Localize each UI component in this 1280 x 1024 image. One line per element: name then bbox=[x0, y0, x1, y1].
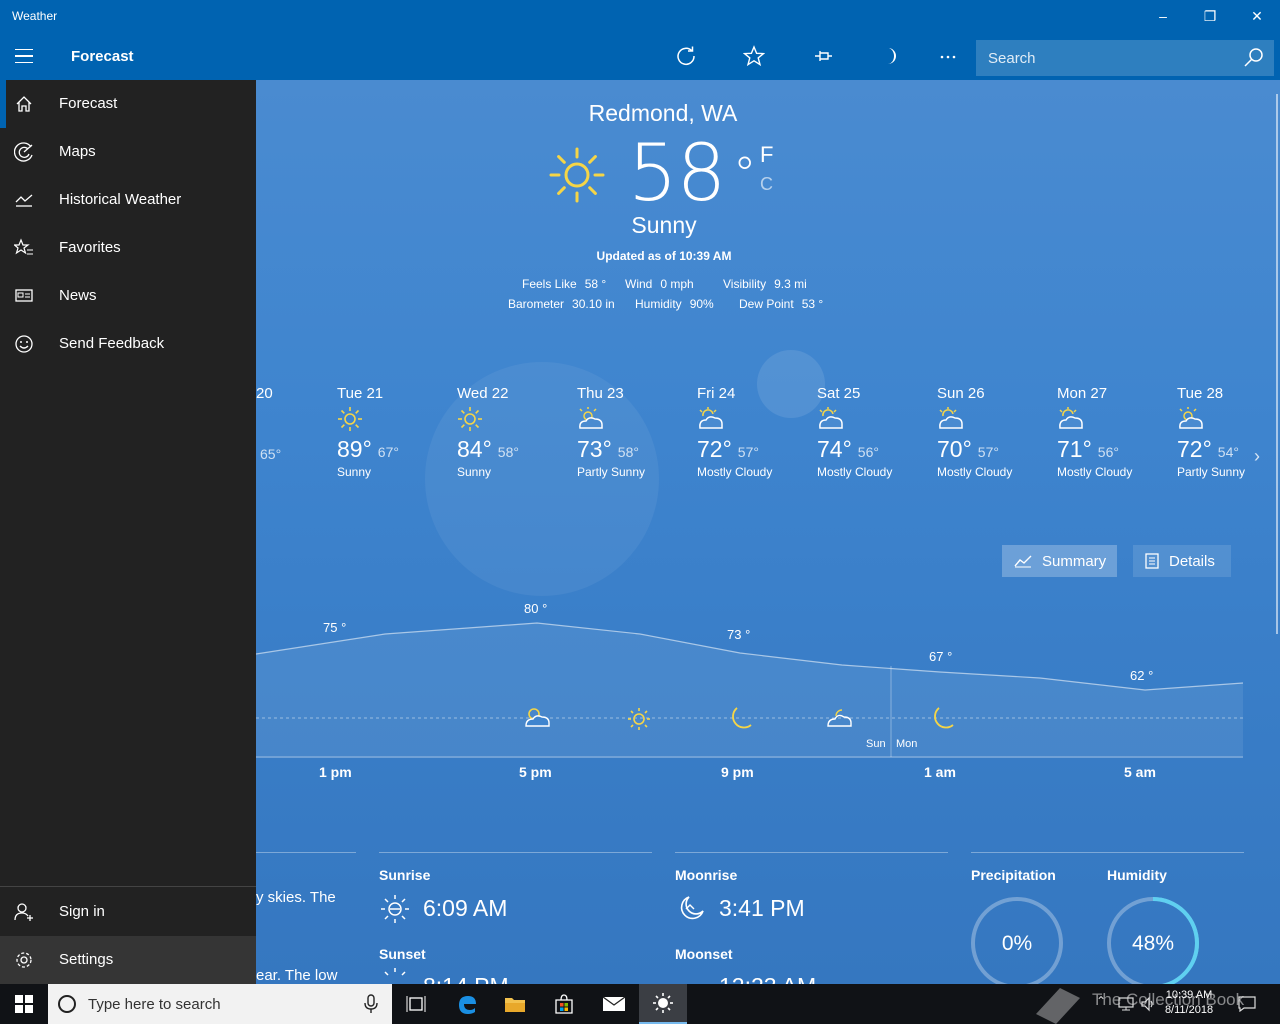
hourly-time-label: 9 pm bbox=[721, 764, 754, 780]
smiley-icon bbox=[15, 335, 33, 353]
hourly-time-label: 5 pm bbox=[519, 764, 552, 780]
news-icon bbox=[15, 289, 33, 302]
refresh-icon[interactable] bbox=[670, 40, 702, 72]
person-add-icon bbox=[14, 903, 33, 921]
search-box[interactable] bbox=[976, 40, 1274, 76]
edge-browser-icon[interactable] bbox=[443, 984, 491, 1024]
panel-divider bbox=[256, 852, 356, 853]
task-view-icon[interactable] bbox=[392, 984, 440, 1024]
clock-date: 8/11/2018 bbox=[1164, 1004, 1214, 1016]
nav-item-news[interactable]: News bbox=[0, 272, 256, 320]
favorite-star-icon[interactable] bbox=[738, 40, 770, 72]
chart-icon bbox=[15, 194, 33, 207]
hourly-time-label: 5 am bbox=[1124, 764, 1156, 780]
sunset-time: 8:14 PM bbox=[423, 973, 509, 984]
maximize-button[interactable]: ❐ bbox=[1187, 0, 1233, 32]
nav-item-favorites[interactable]: Favorites bbox=[0, 224, 256, 272]
moonrise-label: Moonrise bbox=[675, 867, 738, 883]
summary-text: ear. The low bbox=[256, 967, 338, 984]
action-center-icon[interactable] bbox=[1238, 996, 1256, 1012]
star-list-icon bbox=[14, 238, 33, 255]
file-explorer-icon[interactable] bbox=[491, 984, 539, 1024]
nav-item-settings[interactable]: Settings bbox=[0, 936, 256, 984]
moonrise-icon bbox=[680, 896, 704, 920]
taskbar: Type here to search The Collection Book … bbox=[0, 984, 1280, 1024]
app-bar: Forecast bbox=[0, 32, 1280, 80]
minimize-button[interactable]: – bbox=[1140, 0, 1186, 32]
gear-icon bbox=[16, 952, 32, 968]
navigation-pane: Forecast Maps Historical Weather Favorit… bbox=[0, 80, 256, 984]
window-title: Weather bbox=[12, 9, 58, 23]
sunrise-label: Sunrise bbox=[379, 867, 431, 883]
start-button[interactable] bbox=[0, 984, 48, 1024]
hourly-temp-label: 73 ° bbox=[727, 627, 751, 642]
hourly-temp-label: 62 ° bbox=[1130, 668, 1154, 683]
weather-app-icon[interactable] bbox=[639, 984, 687, 1024]
hourly-temp-label: 80 ° bbox=[524, 601, 548, 616]
more-options-icon[interactable] bbox=[932, 40, 964, 72]
microphone-icon[interactable] bbox=[364, 994, 378, 1014]
day-divider-after: Mon bbox=[896, 738, 918, 750]
watermark-book-icon bbox=[1036, 988, 1080, 1024]
search-input[interactable] bbox=[976, 40, 1236, 76]
night-mode-moon-icon[interactable] bbox=[874, 40, 906, 72]
hourly-temp-label: 67 ° bbox=[929, 649, 953, 664]
hamburger-menu-button[interactable] bbox=[0, 32, 48, 80]
title-bar: Weather – ❐ ✕ bbox=[0, 0, 1280, 32]
nav-item-forecast[interactable]: Forecast bbox=[0, 80, 256, 128]
search-icon[interactable] bbox=[1242, 46, 1266, 70]
nav-divider bbox=[0, 886, 256, 887]
taskbar-search-box[interactable]: Type here to search bbox=[48, 984, 392, 1024]
precipitation-label: Precipitation bbox=[971, 867, 1056, 883]
pin-icon[interactable] bbox=[807, 40, 839, 72]
sunset-icon bbox=[384, 968, 406, 976]
cortana-icon bbox=[58, 995, 76, 1013]
nav-item-maps[interactable]: Maps bbox=[0, 128, 256, 176]
nav-item-historical-weather[interactable]: Historical Weather bbox=[0, 176, 256, 224]
sunrise-icon bbox=[381, 895, 409, 923]
system-clock[interactable]: 10:39 AM 8/11/2018 bbox=[1156, 988, 1222, 1018]
moonrise-time: 3:41 PM bbox=[719, 895, 805, 921]
windows-logo-icon bbox=[15, 995, 33, 1013]
show-hidden-icons-chevron-icon[interactable]: ⌃ bbox=[1096, 994, 1106, 1008]
home-icon bbox=[16, 96, 32, 112]
moonset-label: Moonset bbox=[675, 946, 733, 962]
moonset-time: 12:23 AM bbox=[719, 973, 816, 984]
volume-icon[interactable] bbox=[1140, 996, 1156, 1012]
sunset-label: Sunset bbox=[379, 946, 426, 962]
panel-divider bbox=[379, 852, 652, 853]
hourly-area bbox=[256, 623, 1243, 758]
mail-icon[interactable] bbox=[590, 984, 638, 1024]
panel-divider bbox=[971, 852, 1244, 853]
clock-time: 10:39 AM bbox=[1165, 989, 1213, 1001]
close-button[interactable]: ✕ bbox=[1234, 0, 1280, 32]
summary-text: y skies. The bbox=[256, 889, 336, 906]
panel-divider bbox=[675, 852, 948, 853]
taskbar-search-placeholder: Type here to search bbox=[88, 996, 221, 1013]
nav-item-sign-in[interactable]: Sign in bbox=[0, 888, 256, 936]
hourly-time-label: 1 pm bbox=[319, 764, 352, 780]
hourly-time-label: 1 am bbox=[924, 764, 956, 780]
day-divider-before: Sun bbox=[866, 738, 886, 750]
sunrise-time: 6:09 AM bbox=[423, 895, 508, 921]
humidity-value: 48% bbox=[1131, 932, 1175, 955]
section-title: Forecast bbox=[71, 48, 134, 65]
network-icon[interactable] bbox=[1118, 996, 1134, 1012]
nav-item-send-feedback[interactable]: Send Feedback bbox=[0, 320, 256, 368]
store-icon[interactable] bbox=[540, 984, 588, 1024]
humidity-label: Humidity bbox=[1107, 867, 1167, 883]
hourly-temp-label: 75 ° bbox=[323, 620, 347, 635]
precipitation-value: 0% bbox=[1001, 932, 1033, 955]
radar-icon bbox=[14, 142, 33, 162]
